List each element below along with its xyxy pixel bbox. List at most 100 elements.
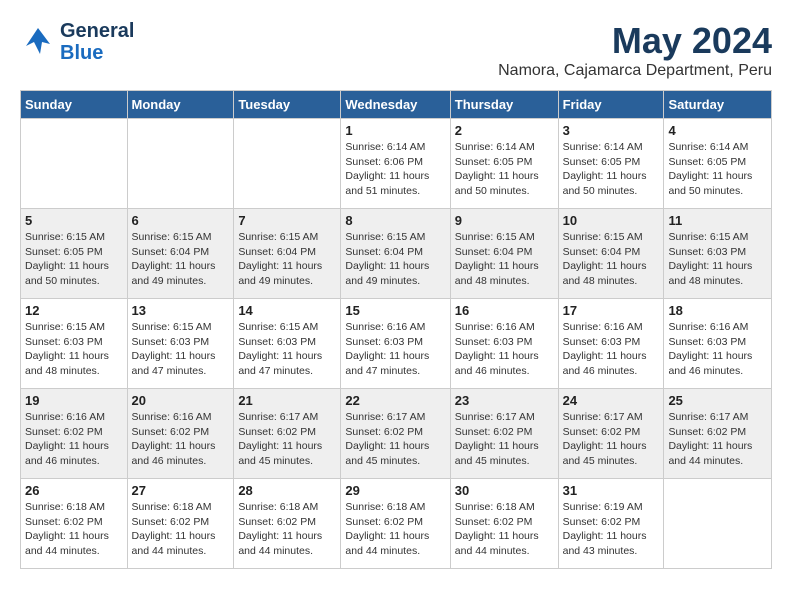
- day-info: Sunrise: 6:16 AM Sunset: 6:03 PM Dayligh…: [455, 320, 554, 379]
- page-header: General Blue May 2024 Namora, Cajamarca …: [20, 20, 772, 80]
- calendar-week-row: 1 Sunrise: 6:14 AM Sunset: 6:06 PM Daylig…: [21, 119, 772, 209]
- calendar-week-row: 12 Sunrise: 6:15 AM Sunset: 6:03 PM Dayli…: [21, 299, 772, 389]
- day-number: 18: [668, 303, 767, 318]
- day-number: 24: [563, 393, 660, 408]
- day-number: 25: [668, 393, 767, 408]
- day-info: Sunrise: 6:14 AM Sunset: 6:06 PM Dayligh…: [345, 140, 445, 199]
- logo-text-blue: Blue: [60, 42, 134, 64]
- calendar-table: Sunday Monday Tuesday Wednesday Thursday…: [20, 90, 772, 569]
- day-info: Sunrise: 6:15 AM Sunset: 6:04 PM Dayligh…: [132, 230, 230, 289]
- table-row: 13 Sunrise: 6:15 AM Sunset: 6:03 PM Dayli…: [127, 299, 234, 389]
- table-row: [664, 479, 772, 569]
- table-row: 22 Sunrise: 6:17 AM Sunset: 6:02 PM Dayli…: [341, 389, 450, 479]
- table-row: 17Sunrise: 6:16 AM Sunset: 6:03 PM Dayli…: [558, 299, 664, 389]
- table-row: 3 Sunrise: 6:14 AM Sunset: 6:05 PM Daylig…: [558, 119, 664, 209]
- day-number: 10: [563, 213, 660, 228]
- day-info: Sunrise: 6:14 AM Sunset: 6:05 PM Dayligh…: [455, 140, 554, 199]
- table-row: 29 Sunrise: 6:18 AM Sunset: 6:02 PM Dayli…: [341, 479, 450, 569]
- day-number: 11: [668, 213, 767, 228]
- day-info: Sunrise: 6:15 AM Sunset: 6:03 PM Dayligh…: [238, 320, 336, 379]
- table-row: 10 Sunrise: 6:15 AM Sunset: 6:04 PM Dayli…: [558, 209, 664, 299]
- day-info: Sunrise: 6:15 AM Sunset: 6:04 PM Dayligh…: [238, 230, 336, 289]
- day-number: 8: [345, 213, 445, 228]
- day-number: 14: [238, 303, 336, 318]
- day-number: 21: [238, 393, 336, 408]
- day-info: Sunrise: 6:18 AM Sunset: 6:02 PM Dayligh…: [455, 500, 554, 559]
- table-row: [21, 119, 128, 209]
- day-info: Sunrise: 6:19 AM Sunset: 6:02 PM Dayligh…: [563, 500, 660, 559]
- title-block: May 2024 Namora, Cajamarca Department, P…: [498, 20, 772, 80]
- day-info: Sunrise: 6:17 AM Sunset: 6:02 PM Dayligh…: [345, 410, 445, 469]
- day-info: Sunrise: 6:15 AM Sunset: 6:04 PM Dayligh…: [563, 230, 660, 289]
- location: Namora, Cajamarca Department, Peru: [498, 62, 772, 80]
- day-info: Sunrise: 6:17 AM Sunset: 6:02 PM Dayligh…: [238, 410, 336, 469]
- day-info: Sunrise: 6:17 AM Sunset: 6:02 PM Dayligh…: [563, 410, 660, 469]
- table-row: 16Sunrise: 6:16 AM Sunset: 6:03 PM Dayli…: [450, 299, 558, 389]
- table-row: 26Sunrise: 6:18 AM Sunset: 6:02 PM Dayli…: [21, 479, 128, 569]
- table-row: 21 Sunrise: 6:17 AM Sunset: 6:02 PM Dayli…: [234, 389, 341, 479]
- day-info: Sunrise: 6:17 AM Sunset: 6:02 PM Dayligh…: [455, 410, 554, 469]
- day-number: 15: [345, 303, 445, 318]
- table-row: 12 Sunrise: 6:15 AM Sunset: 6:03 PM Dayli…: [21, 299, 128, 389]
- day-number: 4: [668, 123, 767, 138]
- day-number: 1: [345, 123, 445, 138]
- day-info: Sunrise: 6:16 AM Sunset: 6:02 PM Dayligh…: [132, 410, 230, 469]
- table-row: 14 Sunrise: 6:15 AM Sunset: 6:03 PM Dayli…: [234, 299, 341, 389]
- day-number: 3: [563, 123, 660, 138]
- table-row: 24 Sunrise: 6:17 AM Sunset: 6:02 PM Dayli…: [558, 389, 664, 479]
- table-row: 30 Sunrise: 6:18 AM Sunset: 6:02 PM Dayli…: [450, 479, 558, 569]
- calendar-week-row: 26Sunrise: 6:18 AM Sunset: 6:02 PM Dayli…: [21, 479, 772, 569]
- table-row: 31 Sunrise: 6:19 AM Sunset: 6:02 PM Dayli…: [558, 479, 664, 569]
- day-info: Sunrise: 6:18 AM Sunset: 6:02 PM Dayligh…: [238, 500, 336, 559]
- table-row: 27Sunrise: 6:18 AM Sunset: 6:02 PM Dayli…: [127, 479, 234, 569]
- day-info: Sunrise: 6:18 AM Sunset: 6:02 PM Dayligh…: [132, 500, 230, 559]
- table-row: 2 Sunrise: 6:14 AM Sunset: 6:05 PM Daylig…: [450, 119, 558, 209]
- calendar-week-row: 5 Sunrise: 6:15 AM Sunset: 6:05 PM Daylig…: [21, 209, 772, 299]
- day-number: 9: [455, 213, 554, 228]
- day-number: 22: [345, 393, 445, 408]
- table-row: 7Sunrise: 6:15 AM Sunset: 6:04 PM Daylig…: [234, 209, 341, 299]
- table-row: 25 Sunrise: 6:17 AM Sunset: 6:02 PM Dayli…: [664, 389, 772, 479]
- table-row: 1 Sunrise: 6:14 AM Sunset: 6:06 PM Daylig…: [341, 119, 450, 209]
- day-info: Sunrise: 6:15 AM Sunset: 6:03 PM Dayligh…: [25, 320, 123, 379]
- day-info: Sunrise: 6:15 AM Sunset: 6:04 PM Dayligh…: [345, 230, 445, 289]
- table-row: 20 Sunrise: 6:16 AM Sunset: 6:02 PM Dayli…: [127, 389, 234, 479]
- table-row: 15 Sunrise: 6:16 AM Sunset: 6:03 PM Dayli…: [341, 299, 450, 389]
- col-wednesday: Wednesday: [341, 91, 450, 119]
- day-info: Sunrise: 6:18 AM Sunset: 6:02 PM Dayligh…: [345, 500, 445, 559]
- col-friday: Friday: [558, 91, 664, 119]
- col-tuesday: Tuesday: [234, 91, 341, 119]
- day-info: Sunrise: 6:15 AM Sunset: 6:04 PM Dayligh…: [455, 230, 554, 289]
- day-info: Sunrise: 6:15 AM Sunset: 6:05 PM Dayligh…: [25, 230, 123, 289]
- table-row: 5 Sunrise: 6:15 AM Sunset: 6:05 PM Daylig…: [21, 209, 128, 299]
- table-row: 9 Sunrise: 6:15 AM Sunset: 6:04 PM Daylig…: [450, 209, 558, 299]
- day-number: 30: [455, 483, 554, 498]
- day-number: 13: [132, 303, 230, 318]
- col-sunday: Sunday: [21, 91, 128, 119]
- day-info: Sunrise: 6:14 AM Sunset: 6:05 PM Dayligh…: [668, 140, 767, 199]
- day-info: Sunrise: 6:17 AM Sunset: 6:02 PM Dayligh…: [668, 410, 767, 469]
- day-number: 5: [25, 213, 123, 228]
- day-info: Sunrise: 6:15 AM Sunset: 6:03 PM Dayligh…: [132, 320, 230, 379]
- table-row: 19 Sunrise: 6:16 AM Sunset: 6:02 PM Dayli…: [21, 389, 128, 479]
- day-number: 2: [455, 123, 554, 138]
- table-row: 28Sunrise: 6:18 AM Sunset: 6:02 PM Dayli…: [234, 479, 341, 569]
- table-row: 23 Sunrise: 6:17 AM Sunset: 6:02 PM Dayli…: [450, 389, 558, 479]
- logo-text-general: General: [60, 20, 134, 42]
- day-number: 20: [132, 393, 230, 408]
- table-row: [127, 119, 234, 209]
- day-info: Sunrise: 6:16 AM Sunset: 6:03 PM Dayligh…: [345, 320, 445, 379]
- day-number: 12: [25, 303, 123, 318]
- day-info: Sunrise: 6:14 AM Sunset: 6:05 PM Dayligh…: [563, 140, 660, 199]
- day-number: 23: [455, 393, 554, 408]
- day-number: 19: [25, 393, 123, 408]
- day-info: Sunrise: 6:15 AM Sunset: 6:03 PM Dayligh…: [668, 230, 767, 289]
- day-number: 31: [563, 483, 660, 498]
- day-number: 29: [345, 483, 445, 498]
- day-info: Sunrise: 6:16 AM Sunset: 6:02 PM Dayligh…: [25, 410, 123, 469]
- logo: General Blue: [20, 20, 134, 64]
- day-number: 6: [132, 213, 230, 228]
- col-saturday: Saturday: [664, 91, 772, 119]
- day-number: 17: [563, 303, 660, 318]
- table-row: 4 Sunrise: 6:14 AM Sunset: 6:05 PM Daylig…: [664, 119, 772, 209]
